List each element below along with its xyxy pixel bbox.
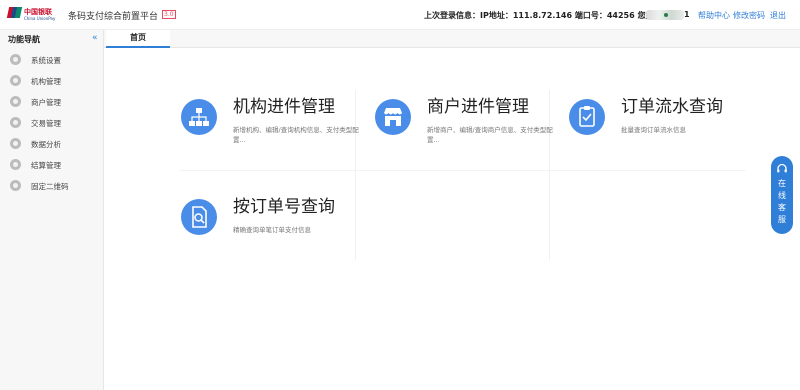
sidebar-title: 功能导航 bbox=[8, 35, 40, 44]
tile-order-flow-query[interactable]: 订单流水查询 批量查询订单流水信息 bbox=[569, 97, 759, 189]
sidebar-item-merchant-management[interactable]: 商户管理 bbox=[0, 92, 104, 112]
logout-link[interactable]: 退出 bbox=[770, 10, 786, 21]
sidebar-item-label: 机构管理 bbox=[31, 77, 61, 86]
sidebar-item-transaction-management[interactable]: 交易管理 bbox=[0, 113, 104, 133]
circle-icon bbox=[10, 138, 21, 149]
customer-service-char: 在 bbox=[778, 179, 786, 188]
circle-icon bbox=[10, 180, 21, 191]
tab-bar: 首页 bbox=[104, 30, 800, 48]
help-center-link[interactable]: 帮助中心 bbox=[698, 10, 730, 21]
org-tree-icon bbox=[181, 99, 217, 135]
tile-description: 新增商户、编辑/查询商户信息、支付类型配置... bbox=[427, 126, 553, 144]
sidebar-item-data-analysis[interactable]: 数据分析 bbox=[0, 134, 104, 154]
sidebar-item-fixed-qrcode[interactable]: 固定二维码 bbox=[0, 176, 104, 196]
online-customer-service-button[interactable]: 在 线 客 服 bbox=[771, 156, 793, 234]
circle-icon bbox=[10, 117, 21, 128]
sidebar-header: 功能导航 « bbox=[0, 30, 104, 48]
customer-service-char: 客 bbox=[778, 203, 786, 212]
tile-title: 按订单号查询 bbox=[233, 197, 335, 217]
tile-title: 机构进件管理 bbox=[233, 97, 335, 117]
tile-order-number-query[interactable]: 按订单号查询 精确查询单笔订单支付信息 bbox=[181, 197, 371, 289]
redacted-username bbox=[646, 10, 684, 20]
username-tail: 1 bbox=[684, 10, 690, 19]
sidebar-item-label: 结算管理 bbox=[31, 161, 61, 170]
sidebar: 功能导航 « 系统设置 机构管理 商户管理 交易管理 数据分析 结算管理 固定二… bbox=[0, 30, 104, 390]
collapse-sidebar-icon[interactable]: « bbox=[92, 33, 98, 43]
circle-icon bbox=[10, 54, 21, 65]
unionpay-logo: 中国银联 China UnionPay bbox=[6, 7, 58, 23]
tile-title: 商户进件管理 bbox=[427, 97, 529, 117]
sidebar-item-system-settings[interactable]: 系统设置 bbox=[0, 50, 104, 70]
headset-icon bbox=[777, 163, 787, 173]
store-icon bbox=[375, 99, 411, 135]
sidebar-item-label: 交易管理 bbox=[31, 119, 61, 128]
circle-icon bbox=[10, 159, 21, 170]
sidebar-item-label: 固定二维码 bbox=[31, 182, 69, 191]
top-header: 中国银联 China UnionPay 条码支付综合前置平台 3.0 上次登录信… bbox=[0, 0, 800, 30]
sidebar-item-label: 商户管理 bbox=[31, 98, 61, 107]
customer-service-char: 线 bbox=[778, 191, 786, 200]
change-password-link[interactable]: 修改密码 bbox=[733, 10, 765, 21]
tile-org-onboarding[interactable]: 机构进件管理 新增机构、编辑/查询机构信息、支付类型配置... bbox=[181, 97, 371, 189]
document-search-icon bbox=[181, 199, 217, 235]
sidebar-item-label: 数据分析 bbox=[31, 140, 61, 149]
tile-description: 精确查询单笔订单支付信息 bbox=[233, 226, 311, 234]
sidebar-item-org-management[interactable]: 机构管理 bbox=[0, 71, 104, 91]
logo-text-en: China UnionPay bbox=[24, 16, 56, 21]
circle-icon bbox=[10, 96, 21, 107]
clipboard-check-icon bbox=[569, 99, 605, 135]
customer-service-label: 在 线 客 服 bbox=[771, 178, 793, 226]
circle-icon bbox=[10, 75, 21, 86]
version-badge: 3.0 bbox=[162, 10, 176, 19]
tile-merchant-onboarding[interactable]: 商户进件管理 新增商户、编辑/查询商户信息、支付类型配置... bbox=[375, 97, 565, 189]
customer-service-char: 服 bbox=[778, 215, 786, 224]
tab-home[interactable]: 首页 bbox=[106, 30, 170, 48]
app-title: 条码支付综合前置平台 bbox=[68, 12, 159, 22]
sidebar-item-settlement-management[interactable]: 结算管理 bbox=[0, 155, 104, 175]
tile-description: 批量查询订单流水信息 bbox=[621, 126, 686, 134]
tile-title: 订单流水查询 bbox=[621, 97, 723, 117]
tile-description: 新增机构、编辑/查询机构信息、支付类型配置... bbox=[233, 126, 359, 144]
unionpay-mark-icon bbox=[6, 7, 23, 18]
sidebar-item-label: 系统设置 bbox=[31, 56, 61, 65]
last-login-info: 上次登录信息：IP地址：111.8.72.146 端口号：44256 您好：4 bbox=[424, 11, 668, 20]
